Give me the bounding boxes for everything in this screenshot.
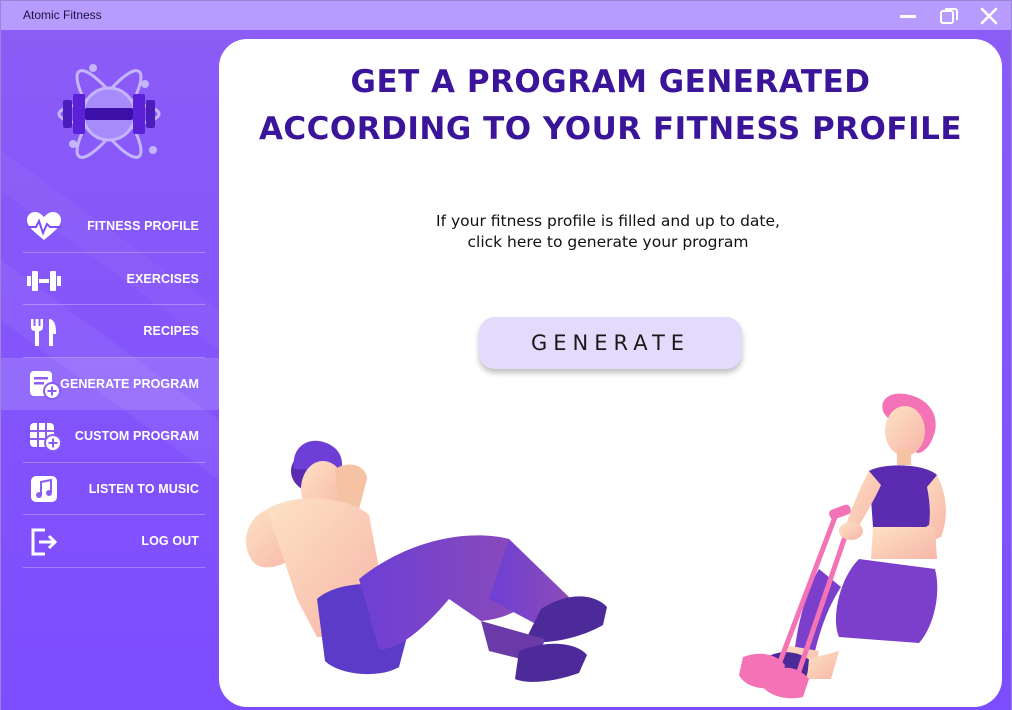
sidebar-item-generate-program[interactable]: GENERATE PROGRAM [1,357,219,410]
instruction-text: If your fitness profile is filled and up… [219,211,997,253]
atomic-fitness-logo [53,58,165,170]
sidebar-item-recipes[interactable]: RECIPES [1,305,219,358]
main-content: GET A PROGRAM GENERATED ACCORDING TO YOU… [219,39,1002,707]
instruction-line-1: If your fitness profile is filled and up… [436,212,780,230]
page-title: GET A PROGRAM GENERATED ACCORDING TO YOU… [219,59,1002,153]
minimize-button[interactable] [895,5,921,27]
generate-button[interactable]: GENERATE [479,317,742,369]
grid-add-icon [30,423,62,452]
page-title-line-2: ACCORDING TO YOUR FITNESS PROFILE [258,111,963,147]
sidebar-item-label: FITNESS PROFILE [87,219,199,233]
maximize-button[interactable] [935,5,961,27]
instruction-line-2: click here to generate your program [467,233,749,251]
sidebar-item-label: LISTEN TO MUSIC [88,481,199,496]
program-add-icon [30,370,61,400]
fork-knife-icon [31,319,56,346]
close-button[interactable] [976,5,1002,27]
sidebar-item-log-out[interactable]: LOG OUT [1,515,219,568]
sidebar-item-label: EXERCISES [126,271,199,286]
title-bar: Atomic Fitness [0,0,1012,30]
dumbbell-icon [27,270,61,291]
man-situp-figure [246,440,607,682]
sidebar-item-label: RECIPES [143,324,199,338]
sidebar-item-custom-program[interactable]: CUSTOM PROGRAM [1,410,219,463]
sidebar-item-label: CUSTOM PROGRAM [74,429,199,443]
heart-pulse-icon [27,212,61,240]
app-title: Atomic Fitness [23,8,102,22]
maximize-icon [940,8,958,24]
close-icon [980,7,998,25]
sidebar-item-fitness-profile[interactable]: FITNESS PROFILE [1,200,219,253]
minimize-icon [900,15,916,18]
sidebar-item-exercises[interactable]: EXERCISES [1,253,219,306]
music-note-icon [31,475,57,502]
sidebar-nav: FITNESS PROFILE EXERCISES RECIPES GENERA… [1,200,219,568]
logout-icon [31,528,58,556]
app-body: FITNESS PROFILE EXERCISES RECIPES GENERA… [0,30,1012,710]
woman-band-figure [739,393,946,699]
atom-dumbbell-icon [57,64,161,159]
sidebar-item-label: LOG OUT [141,534,199,548]
sidebar-item-label: GENERATE PROGRAM [60,376,199,391]
page-title-line-1: GET A PROGRAM GENERATED [350,64,871,100]
sidebar-item-listen-to-music[interactable]: LISTEN TO MUSIC [1,463,219,516]
